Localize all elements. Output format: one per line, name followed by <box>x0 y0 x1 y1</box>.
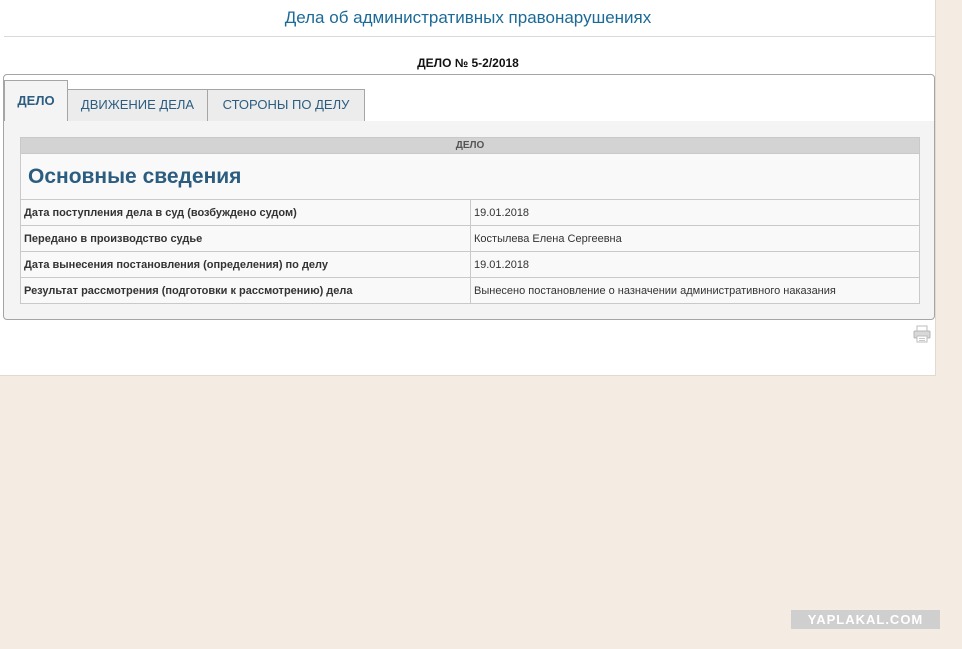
tab-case-movement[interactable]: ДВИЖЕНИЕ ДЕЛА <box>67 89 208 121</box>
tab-case-parties[interactable]: СТОРОНЫ ПО ДЕЛУ <box>207 89 365 121</box>
row-label: Результат рассмотрения (подготовки к рас… <box>20 277 471 304</box>
row-label: Передано в производство судье <box>20 225 471 252</box>
watermark: YAPLAKAL.COM <box>791 610 940 629</box>
table-row: Результат рассмотрения (подготовки к рас… <box>20 277 920 304</box>
case-number: ДЕЛО № 5-2/2018 <box>417 56 519 70</box>
row-label: Дата поступления дела в суд (возбуждено … <box>20 199 471 226</box>
row-value: 19.01.2018 <box>470 251 920 278</box>
case-info-table: ДЕЛО Основные сведения Дата поступления … <box>20 137 920 304</box>
printer-icon[interactable] <box>913 325 931 343</box>
tab-bar: ДЕЛО ДВИЖЕНИЕ ДЕЛА СТОРОНЫ ПО ДЕЛУ <box>4 75 934 121</box>
table-heading: Основные сведения <box>20 153 920 200</box>
case-card: ДЕЛО ДВИЖЕНИЕ ДЕЛА СТОРОНЫ ПО ДЕЛУ ДЕЛО … <box>3 74 935 320</box>
section-title: Дела об административных правонарушениях <box>284 8 652 27</box>
table-row: Передано в производство судье Костылева … <box>20 225 920 252</box>
row-value: Вынесено постановление о назначении адми… <box>470 277 920 304</box>
title-divider <box>4 36 936 37</box>
table-header: ДЕЛО <box>20 137 920 154</box>
tab-case[interactable]: ДЕЛО <box>4 80 68 121</box>
row-value: 19.01.2018 <box>470 199 920 226</box>
page-content: Дела об административных правонарушениях… <box>0 0 936 376</box>
row-value: Костылева Елена Сергеевна <box>470 225 920 252</box>
row-label: Дата вынесения постановления (определени… <box>20 251 471 278</box>
table-row: Дата поступления дела в суд (возбуждено … <box>20 199 920 226</box>
table-row: Дата вынесения постановления (определени… <box>20 251 920 278</box>
